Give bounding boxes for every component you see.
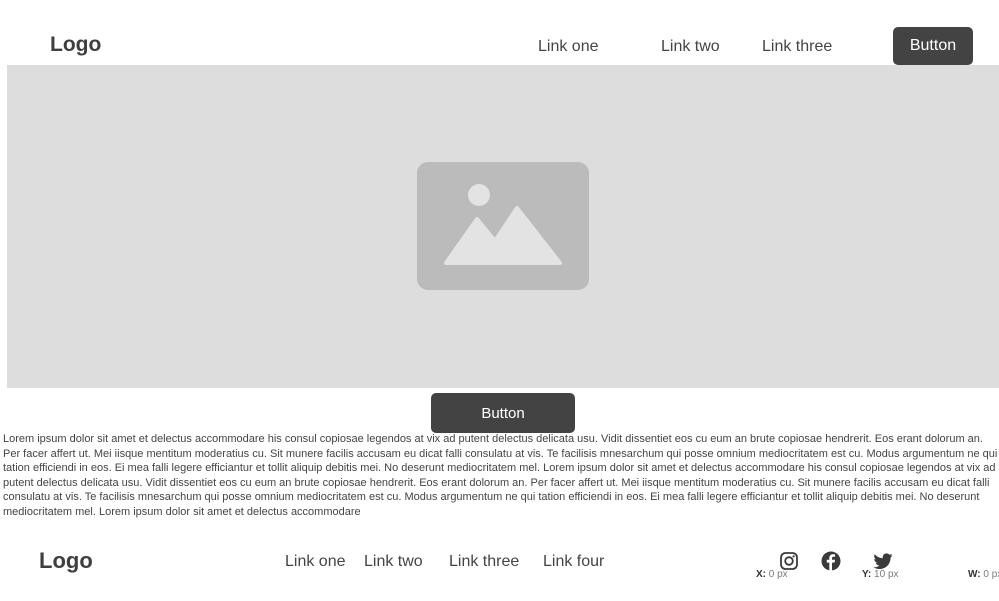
footer-logo[interactable]: Logo — [39, 548, 93, 574]
footer-link-four[interactable]: Link four — [543, 553, 604, 571]
nav-link-one[interactable]: Link one — [538, 38, 599, 56]
header-logo[interactable]: Logo — [50, 33, 101, 57]
facebook-icon[interactable] — [821, 551, 841, 571]
footer-link-one[interactable]: Link one — [285, 553, 346, 571]
nav-link-two[interactable]: Link two — [661, 38, 720, 56]
width-readout: W: 0 px — [968, 569, 999, 580]
image-placeholder-icon — [417, 162, 589, 290]
instagram-icon[interactable] — [779, 551, 799, 571]
footer-link-three[interactable]: Link three — [449, 553, 519, 571]
y-coordinate-readout: Y: 10 px — [862, 569, 899, 580]
body-paragraph: Lorem ipsum dolor sit amet et delectus a… — [3, 433, 998, 518]
twitter-icon[interactable] — [873, 551, 893, 571]
nav-link-three[interactable]: Link three — [762, 38, 832, 56]
x-coordinate-readout: X: 0 px — [756, 569, 788, 580]
footer-link-two[interactable]: Link two — [364, 553, 423, 571]
header-button[interactable]: Button — [893, 27, 973, 65]
hero-button[interactable]: Button — [431, 393, 575, 433]
